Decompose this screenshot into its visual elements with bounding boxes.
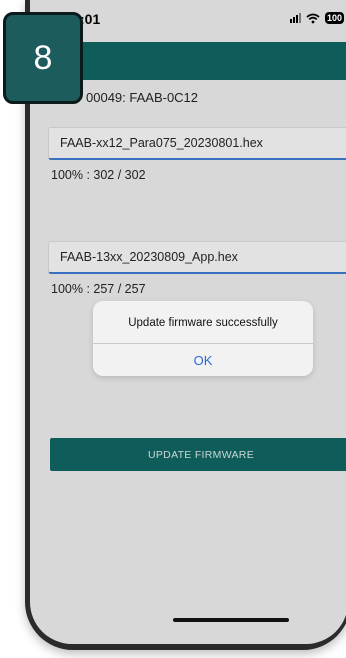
file-card-1[interactable]: FAAB-xx12_Para075_20230801.hex	[48, 127, 346, 160]
dialog-message: Update firmware successfully	[128, 317, 278, 329]
home-indicator[interactable]	[173, 618, 289, 622]
step-number-badge: 8	[3, 12, 83, 104]
file-card-2[interactable]: FAAB-13xx_20230809_App.hex	[48, 241, 346, 274]
status-icons: 100	[289, 12, 344, 24]
device-id-label: 00049: FAAB-0C12	[86, 90, 199, 105]
file-progress-1: 100% : 302 / 302	[51, 168, 146, 182]
screenshot-stage: :01 100 00049: FAAB-0C12 FAAB-xx12_Para0…	[0, 0, 346, 658]
file-name-2: FAAB-13xx_20230809_App.hex	[60, 250, 238, 264]
status-time: :01	[80, 11, 101, 27]
wifi-icon	[306, 13, 320, 24]
success-dialog: Update firmware successfully OK	[93, 301, 313, 376]
update-firmware-button[interactable]: UPDATE FIRMWARE	[50, 438, 346, 471]
dialog-ok-button[interactable]: OK	[93, 344, 313, 376]
signal-icon	[289, 13, 301, 23]
file-progress-2: 100% : 257 / 257	[51, 282, 146, 296]
battery-icon: 100	[324, 12, 344, 24]
file-name-1: FAAB-xx12_Para075_20230801.hex	[60, 136, 263, 150]
